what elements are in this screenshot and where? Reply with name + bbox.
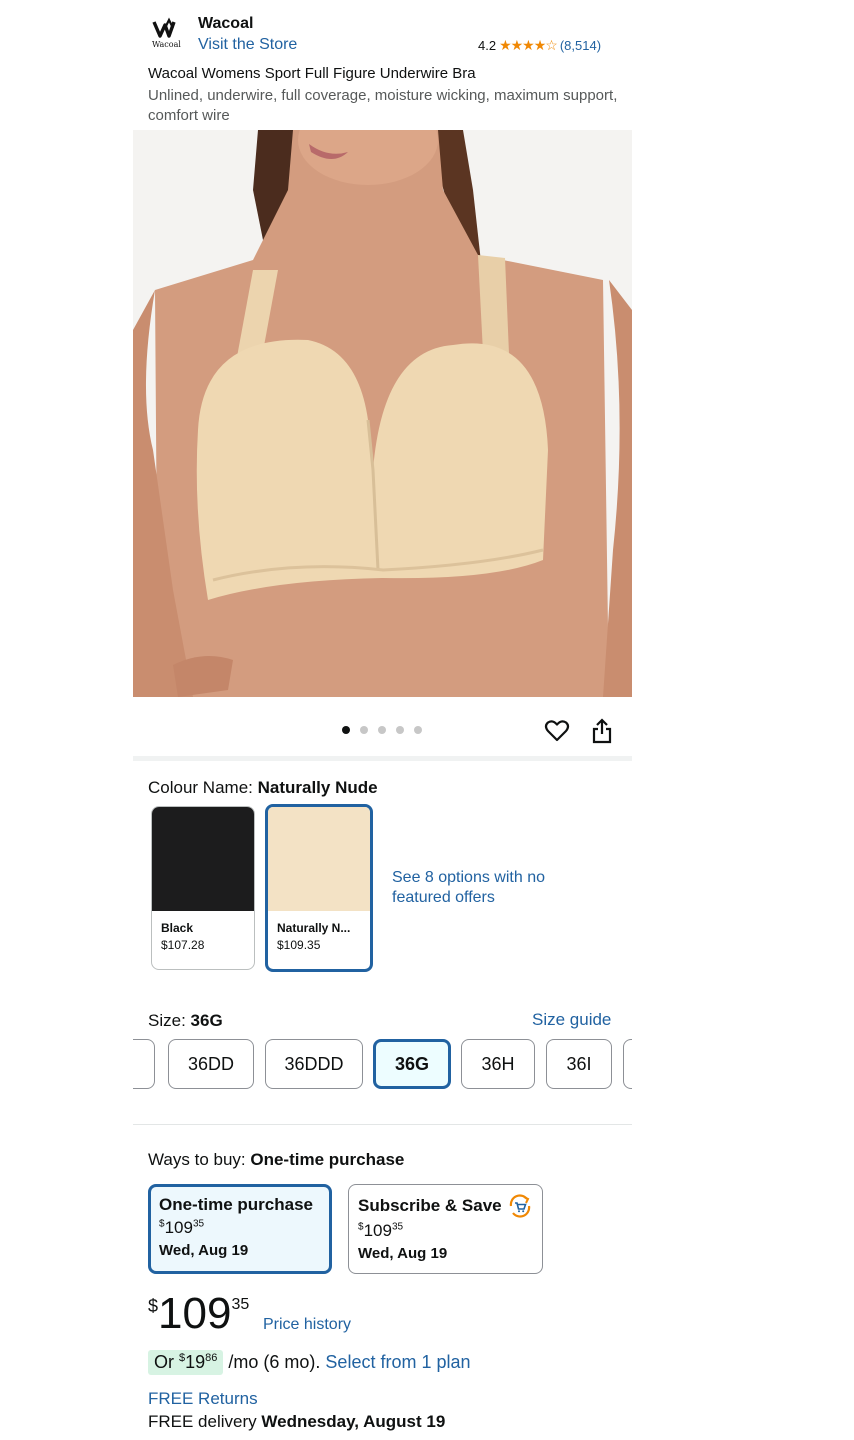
review-count-link[interactable]: (8,514) (560, 38, 601, 53)
colour-label: Colour Name: Naturally Nude (148, 778, 378, 797)
rating-value: 4.2 (478, 38, 497, 53)
swatch-price: $107.28 (161, 938, 205, 952)
option-delivery-date: Wed, Aug 19 (159, 1242, 249, 1259)
size-selector[interactable]: 36DD 36DDD 36G 36H 36I (133, 1038, 632, 1094)
size-selected: 36G (190, 1011, 223, 1030)
star-rating-icon: ★★★★☆ (499, 37, 558, 53)
ways-to-buy-label: Ways to buy: One-time purchase (148, 1150, 405, 1169)
size-option[interactable]: 36DD (168, 1039, 254, 1089)
swatch-price: $109.35 (277, 938, 321, 952)
financing-offer: Or $1986 /mo (6 mo). Select from 1 plan (148, 1350, 471, 1375)
size-option[interactable]: 36I (546, 1039, 612, 1089)
option-price: $10935 (159, 1218, 205, 1237)
option-delivery-date: Wed, Aug 19 (358, 1245, 448, 1262)
product-price: $ 109 35 (148, 1289, 250, 1338)
brand-name: Wacoal (198, 15, 254, 32)
rating-summary[interactable]: 4.2 ★★★★☆ (8,514) (478, 37, 601, 54)
size-guide-link[interactable]: Size guide (532, 1010, 611, 1030)
section-divider (133, 756, 632, 761)
free-returns-link[interactable]: FREE Returns (148, 1389, 258, 1409)
swatch-naturally-nude[interactable]: Naturally N... $109.35 (265, 804, 373, 972)
one-time-purchase-option[interactable]: One-time purchase $10935 Wed, Aug 19 (148, 1184, 332, 1274)
size-option[interactable]: 36H (461, 1039, 535, 1089)
swatch-black[interactable]: Black $107.28 (151, 806, 255, 970)
pagination-dot[interactable] (360, 726, 368, 734)
delivery-date: Wednesday, August 19 (261, 1412, 446, 1431)
pagination-dot[interactable] (396, 726, 404, 734)
select-plan-link[interactable]: Select from 1 plan (325, 1352, 470, 1373)
swatch-image (268, 807, 370, 911)
swatch-name: Naturally N... (277, 921, 351, 935)
subscribe-cart-icon (509, 1194, 530, 1218)
size-option-partial[interactable] (623, 1039, 632, 1089)
section-divider (133, 1124, 632, 1125)
option-title: One-time purchase (159, 1195, 313, 1214)
image-pagination[interactable] (342, 726, 422, 734)
see-options-link[interactable]: See 8 options with no featured offers (392, 868, 552, 908)
brand-logo[interactable]: Wacoal (148, 16, 190, 52)
subscribe-save-option[interactable]: Subscribe & Save $10935 Wed, Aug 19 (348, 1184, 543, 1274)
pagination-dot[interactable] (414, 726, 422, 734)
size-option-selected[interactable]: 36G (373, 1039, 451, 1089)
option-title: Subscribe & Save (358, 1196, 502, 1215)
heart-icon[interactable] (544, 718, 570, 744)
financing-terms: /mo (6 mo). (223, 1352, 326, 1372)
price-history-link[interactable]: Price history (263, 1316, 351, 1334)
pagination-dot[interactable] (342, 726, 350, 734)
ways-to-buy-selected: One-time purchase (250, 1150, 405, 1169)
option-price: $10935 (358, 1221, 404, 1240)
product-subtitle: Unlined, underwire, full coverage, moist… (148, 87, 618, 124)
size-label: Size: 36G (148, 1011, 223, 1030)
visit-store-link[interactable]: Visit the Store (198, 36, 297, 54)
delivery-info: FREE delivery Wednesday, August 19 (148, 1412, 446, 1431)
svg-text:Wacoal: Wacoal (152, 40, 181, 49)
size-option-partial[interactable] (133, 1039, 155, 1089)
financing-badge: Or $1986 (148, 1350, 224, 1375)
size-option[interactable]: 36DDD (265, 1039, 363, 1089)
pagination-dot[interactable] (378, 726, 386, 734)
product-image[interactable] (133, 130, 632, 697)
share-icon[interactable] (590, 718, 614, 744)
colour-selected: Naturally Nude (257, 778, 378, 797)
swatch-image (152, 807, 254, 911)
product-title: Wacoal Womens Sport Full Figure Underwir… (148, 65, 476, 82)
swatch-name: Black (161, 921, 194, 935)
